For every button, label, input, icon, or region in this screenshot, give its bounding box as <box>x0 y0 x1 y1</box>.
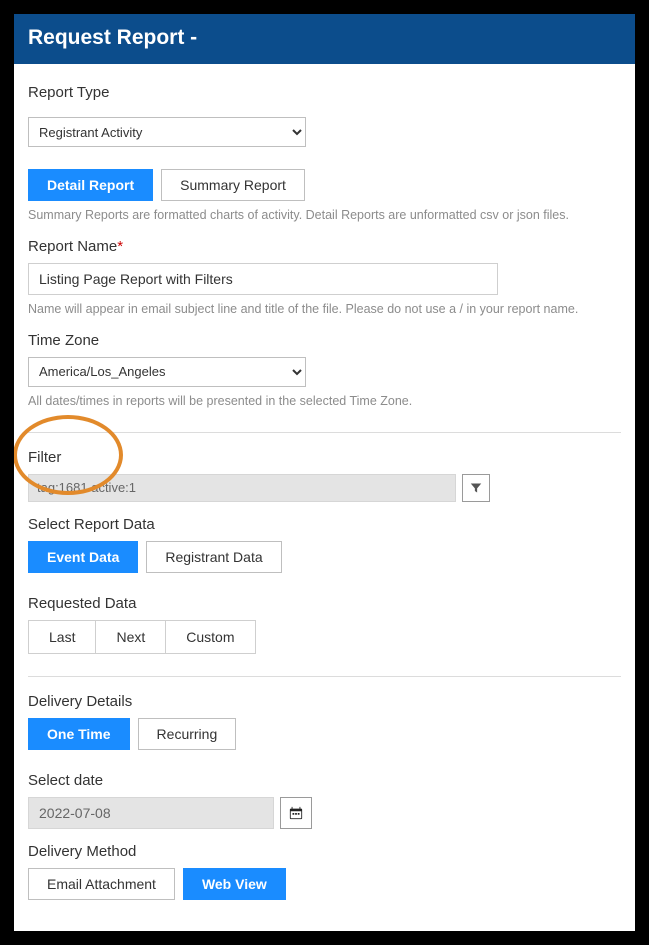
requested-last-button[interactable]: Last <box>29 621 96 653</box>
time-zone-help: All dates/times in reports will be prese… <box>28 393 621 410</box>
requested-next-button[interactable]: Next <box>96 621 166 653</box>
dialog-title: Request Report - <box>14 14 635 64</box>
filter-button[interactable] <box>462 474 490 502</box>
event-data-button[interactable]: Event Data <box>28 541 138 573</box>
funnel-icon <box>470 482 482 494</box>
delivery-method-label: Delivery Method <box>28 843 621 860</box>
divider <box>28 676 621 677</box>
summary-report-button[interactable]: Summary Report <box>161 169 305 201</box>
requested-custom-button[interactable]: Custom <box>166 621 254 653</box>
delivery-details-label: Delivery Details <box>28 693 621 710</box>
requested-data-label: Requested Data <box>28 595 621 612</box>
filter-input[interactable]: tag:1681 active:1 <box>28 474 456 502</box>
select-date-input[interactable]: 2022-07-08 <box>28 797 274 829</box>
recurring-button[interactable]: Recurring <box>138 718 237 750</box>
detail-report-button[interactable]: Detail Report <box>28 169 153 201</box>
email-attachment-button[interactable]: Email Attachment <box>28 868 175 900</box>
calendar-icon <box>289 806 303 820</box>
select-date-label: Select date <box>28 772 621 789</box>
registrant-data-button[interactable]: Registrant Data <box>146 541 281 573</box>
filter-label: Filter <box>28 449 621 466</box>
date-picker-button[interactable] <box>280 797 312 829</box>
time-zone-select[interactable]: America/Los_Angeles <box>28 357 306 387</box>
divider <box>28 432 621 433</box>
report-name-input[interactable] <box>28 263 498 295</box>
mode-help-text: Summary Reports are formatted charts of … <box>28 207 621 224</box>
time-zone-label: Time Zone <box>28 332 621 349</box>
report-type-select[interactable]: Registrant Activity <box>28 117 306 147</box>
select-report-data-label: Select Report Data <box>28 516 621 533</box>
one-time-button[interactable]: One Time <box>28 718 130 750</box>
report-type-label: Report Type <box>28 84 621 101</box>
web-view-button[interactable]: Web View <box>183 868 286 900</box>
report-name-help: Name will appear in email subject line a… <box>28 301 621 318</box>
report-name-label: Report Name* <box>28 238 621 255</box>
